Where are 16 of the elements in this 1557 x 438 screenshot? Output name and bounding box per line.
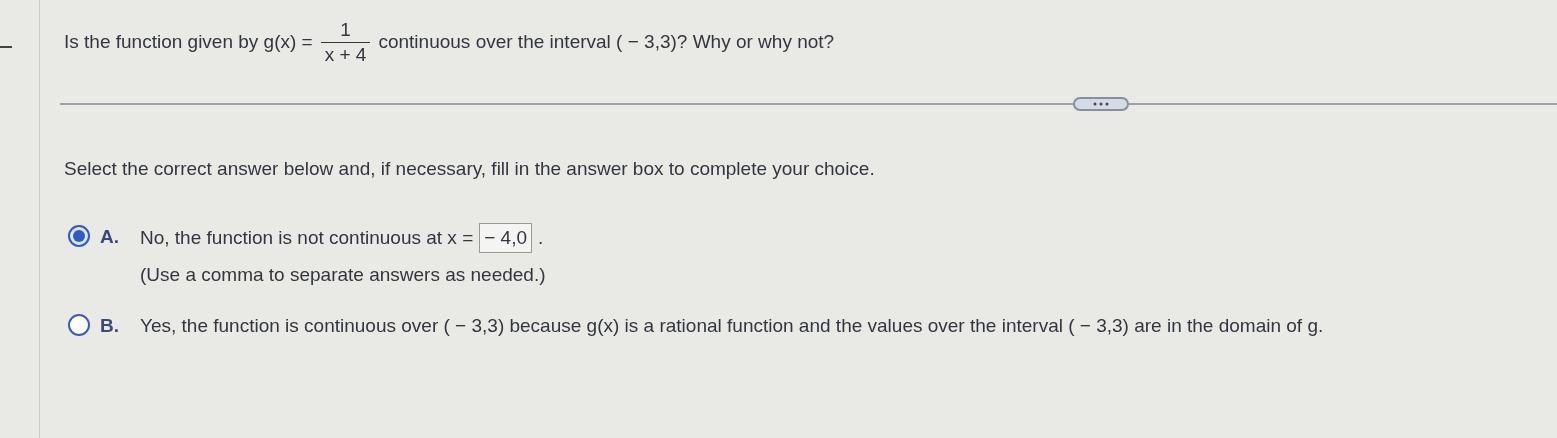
more-button[interactable]: [1073, 96, 1129, 111]
ellipsis-icon: [1092, 101, 1110, 106]
period-text: .: [538, 225, 544, 250]
option-label: B.: [100, 313, 120, 338]
hint-text: (Use a comma to separate answers as needed.): [140, 263, 546, 287]
radio-button[interactable]: [68, 313, 90, 336]
option-label: A.: [100, 225, 120, 249]
fraction-denominator: x + 4: [320, 41, 371, 67]
instruction-text: Select the correct answer below and, if necessary, fill in the answer box to complete your choice.: [63, 156, 876, 181]
radio-button[interactable]: [68, 225, 90, 247]
fraction-numerator: 1: [339, 18, 352, 42]
option-text: No, the function is not continuous at x =: [140, 225, 474, 250]
option-text: Yes, the function is continuous over ( − 3,3) because g(x) is a rational function and the values over the interval ( − 3,3) are in the domain of g.: [140, 313, 1324, 338]
question-text: Is the function given by g(x) =: [64, 30, 313, 54]
answer-box[interactable]: − 4,0: [479, 223, 533, 253]
question-text: continuous over the interval ( − 3,3)? Why or why not?: [378, 30, 835, 54]
